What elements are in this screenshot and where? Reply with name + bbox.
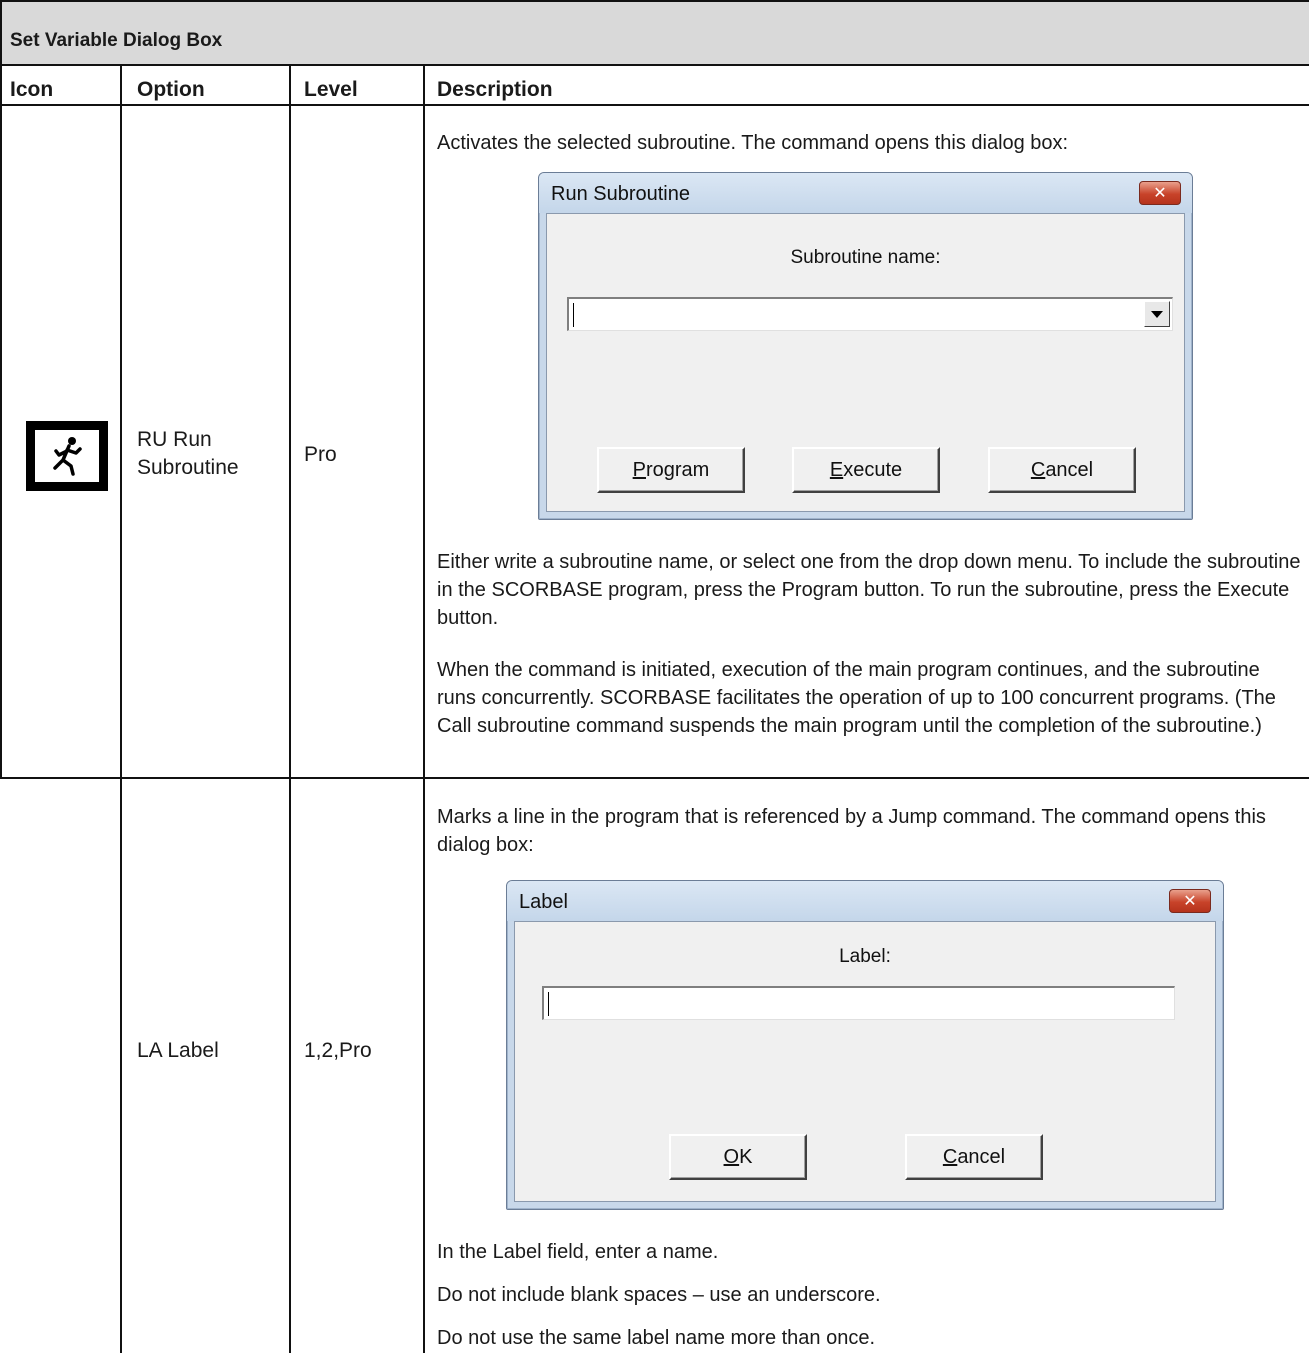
level-run-subroutine: Pro <box>304 443 337 466</box>
text-caret <box>548 992 549 1016</box>
run-subroutine-intro: Activates the selected subroutine. The c… <box>437 132 1069 154</box>
mnemonic: P <box>632 458 646 481</box>
divider <box>0 777 1309 779</box>
button-label: rogram <box>645 458 710 481</box>
label-dialog: Label ✕ Label: OK Cancel <box>506 880 1224 1210</box>
mnemonic: C <box>1030 458 1046 481</box>
button-label: K <box>739 1145 753 1168</box>
ok-button[interactable]: OK <box>669 1134 807 1180</box>
cancel-button[interactable]: Cancel <box>905 1134 1043 1180</box>
option-run-subroutine: RU Run Subroutine <box>137 426 239 482</box>
header-icon: Icon <box>10 78 54 101</box>
button-label: ancel <box>1045 458 1094 481</box>
run-subroutine-para2: When the command is initiated, execution… <box>437 659 1276 737</box>
label-intro: Marks a line in the program that is refe… <box>437 806 1266 856</box>
option-line: Subroutine <box>137 456 239 479</box>
label-input[interactable] <box>542 986 1175 1020</box>
divider <box>289 64 291 1353</box>
chevron-down-icon[interactable] <box>1144 301 1170 327</box>
mnemonic: C <box>942 1145 958 1168</box>
running-man-icon <box>26 421 108 491</box>
divider <box>0 104 1309 106</box>
header-level: Level <box>304 78 358 101</box>
mnemonic: E <box>829 458 844 481</box>
subroutine-name-combobox[interactable] <box>567 297 1173 331</box>
label-field-label: Label: <box>839 946 891 967</box>
close-icon[interactable]: ✕ <box>1169 889 1211 913</box>
label-para3: Do not use the same label name more than… <box>437 1327 876 1349</box>
option-line: RU Run <box>137 428 212 451</box>
cancel-button[interactable]: Cancel <box>988 447 1136 493</box>
dialog-title: Label <box>519 891 568 913</box>
table-title: Set Variable Dialog Box <box>10 30 223 51</box>
dialog-body: Label: OK Cancel <box>514 921 1216 1202</box>
dialog-titlebar: Run Subroutine ✕ <box>539 173 1192 213</box>
divider <box>120 64 122 1353</box>
run-subroutine-dialog: Run Subroutine ✕ Subroutine name: Progra… <box>538 172 1193 520</box>
text-caret <box>573 303 574 327</box>
execute-button[interactable]: Execute <box>792 447 940 493</box>
button-label: xecute <box>843 458 903 481</box>
dialog-body: Subroutine name: Program Execute Cancel <box>546 213 1185 512</box>
label-para2: Do not include blank spaces – use an und… <box>437 1284 881 1306</box>
mnemonic: O <box>723 1145 740 1168</box>
button-label: ancel <box>957 1145 1006 1168</box>
level-label: 1,2,Pro <box>304 1039 372 1062</box>
dialog-title: Run Subroutine <box>551 183 690 205</box>
option-label: LA Label <box>137 1039 219 1062</box>
subroutine-name-label: Subroutine name: <box>790 247 941 268</box>
commands-table: Set Variable Dialog Box Icon Option Leve… <box>0 0 1309 1353</box>
run-subroutine-para1: Either write a subroutine name, or selec… <box>437 551 1301 629</box>
header-description: Description <box>437 78 553 101</box>
divider <box>0 64 1309 66</box>
label-para1: In the Label field, enter a name. <box>437 1241 719 1263</box>
dialog-titlebar: Label ✕ <box>507 881 1223 921</box>
divider <box>0 0 2 779</box>
divider <box>423 64 425 1353</box>
program-button[interactable]: Program <box>597 447 745 493</box>
header-option: Option <box>137 78 205 101</box>
close-icon[interactable]: ✕ <box>1139 181 1181 205</box>
table-title-row: Set Variable Dialog Box <box>0 0 1309 64</box>
